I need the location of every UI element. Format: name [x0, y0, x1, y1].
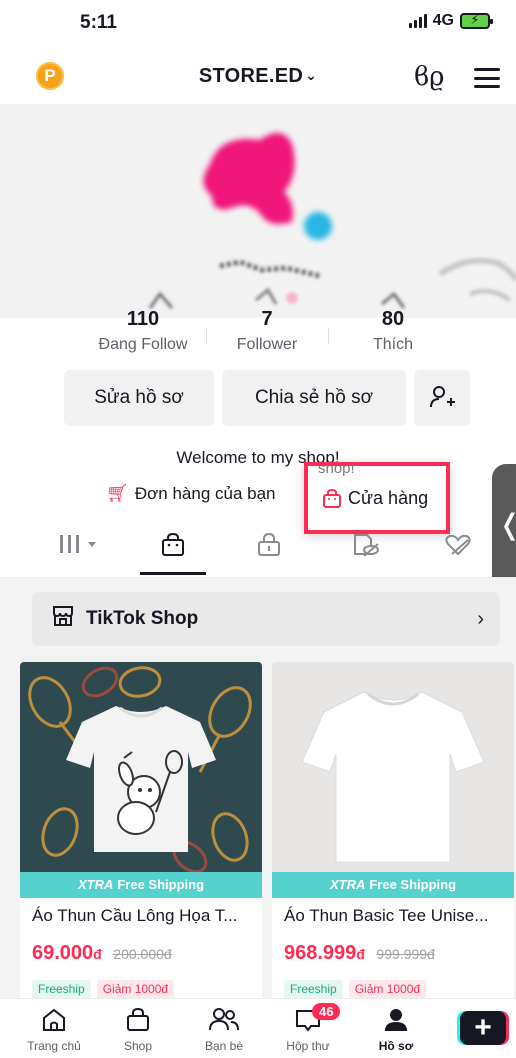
product-tags: Freeship Giảm 1000đ: [284, 980, 427, 1000]
cover-artwork: [0, 104, 516, 318]
price-currency: đ: [93, 946, 102, 962]
nav-label: Hộp thư: [286, 1039, 330, 1053]
stat-value: 80: [381, 308, 405, 330]
discount-tag: Giảm 1000đ: [348, 980, 427, 1000]
nav-shop[interactable]: Shop: [96, 1007, 180, 1053]
product-tags: Freeship Giảm 1000đ: [32, 980, 175, 1000]
active-tab-indicator: [140, 572, 206, 575]
create-icon[interactable]: +: [460, 1011, 506, 1045]
bag-icon: [96, 1007, 180, 1037]
profile-stats: 110 Đang Follow 7 Follower 80 Thích: [0, 308, 516, 362]
add-friend-button[interactable]: [414, 370, 470, 426]
orders-label: Đơn hàng của bạn: [134, 483, 276, 503]
profile-icon: [354, 1007, 438, 1037]
share-profile-button[interactable]: Chia sẻ hồ sơ: [222, 370, 406, 426]
product-image: [20, 662, 262, 874]
stat-likes[interactable]: 80 Thích: [318, 308, 468, 354]
bottom-nav: Trang chủ Shop Bạn bè 46 Hộp thư Hồ sơ +: [0, 998, 516, 1058]
profile-actions: Sửa hồ sơ Chia sẻ hồ sơ: [64, 370, 470, 426]
nav-home[interactable]: Trang chủ: [12, 1007, 96, 1053]
nav-profile[interactable]: Hồ sơ: [354, 1007, 438, 1053]
nav-label: Bạn bè: [204, 1039, 244, 1053]
ship-label: Free Shipping: [117, 877, 205, 892]
shop-link-highlight[interactable]: shop! Cửa hàng: [304, 460, 450, 534]
orders-link[interactable]: 🛒︎ Đơn hàng của bạn: [106, 483, 276, 504]
cart-icon: 🛒︎: [106, 483, 129, 503]
tiktok-shop-row[interactable]: TikTok Shop ›: [32, 592, 500, 646]
profile-header: P STORE.ED ⌄ ϐϱ: [0, 60, 516, 96]
battery-icon: ⚡: [460, 12, 493, 29]
edit-profile-button[interactable]: Sửa hồ sơ: [64, 370, 214, 426]
nav-label: Shop: [123, 1039, 153, 1053]
ship-brand: XTRA: [77, 877, 114, 892]
shop-link-label: Cửa hàng: [348, 488, 429, 508]
stat-label: Thích: [372, 336, 413, 353]
hidden-post-icon: [354, 534, 379, 557]
freeship-tag: Freeship: [284, 980, 343, 1000]
product-price: 968.999đ 999.999đ: [284, 942, 435, 965]
tiktok-shop-label: TikTok Shop: [86, 608, 199, 629]
product-card[interactable]: XTRA Free Shipping Áo Thun Cầu Lông Họa T…: [20, 662, 262, 1002]
product-price: 69.000đ 200.000đ: [32, 942, 172, 965]
nav-label: Trang chủ: [27, 1039, 81, 1053]
status-bar: 5:11 4G ⚡: [0, 0, 516, 48]
network-type: 4G: [432, 12, 454, 29]
home-icon: [12, 1007, 96, 1037]
footprints-icon[interactable]: ϐϱ: [414, 62, 444, 92]
original-price: 200.000đ: [113, 946, 172, 962]
add-friend-icon: [430, 386, 455, 408]
discount-tag: Giảm 1000đ: [96, 980, 175, 1000]
price-currency: đ: [356, 946, 365, 962]
grid-icon: [60, 535, 96, 553]
hidden-heart-icon: [445, 534, 471, 556]
profile-cover-image: [0, 104, 516, 318]
chevron-down-icon: ⌄: [305, 67, 318, 83]
tab-private[interactable]: [256, 532, 282, 564]
status-right: 4G ⚡: [408, 12, 493, 30]
ship-label: Free Shipping: [369, 877, 457, 892]
account-name: STORE.ED: [198, 65, 304, 87]
bag-icon: [323, 488, 341, 508]
menu-icon[interactable]: [474, 68, 500, 88]
signal-icon: [408, 14, 427, 28]
inbox-badge: 46: [312, 1003, 341, 1020]
shop-link[interactable]: Cửa hàng: [322, 488, 428, 509]
product-title: Áo Thun Basic Tee Unise...: [284, 906, 489, 925]
product-title: Áo Thun Cầu Lông Họa T...: [32, 906, 238, 925]
price-value: 69.000: [32, 942, 94, 964]
tab-reposts[interactable]: [352, 532, 380, 564]
friends-icon: [182, 1007, 266, 1037]
nav-friends[interactable]: Bạn bè: [182, 1007, 266, 1053]
tab-liked[interactable]: [444, 532, 472, 564]
product-image: [272, 662, 514, 872]
profile-tabs: [0, 528, 516, 578]
lock-icon: [258, 532, 280, 556]
storefront-icon: [52, 605, 74, 633]
chevron-right-icon: ›: [477, 607, 484, 630]
price-value: 968.999: [284, 942, 357, 964]
nav-inbox[interactable]: 46 Hộp thư: [266, 1003, 350, 1053]
original-price: 999.999đ: [376, 946, 435, 962]
freeship-tag: Freeship: [32, 980, 91, 1000]
free-shipping-banner: XTRA Free Shipping: [20, 872, 262, 898]
free-shipping-banner: XTRA Free Shipping: [272, 872, 514, 898]
tab-shop[interactable]: [160, 532, 186, 564]
bio-overlap-text: shop!: [318, 460, 355, 477]
product-card[interactable]: XTRA Free Shipping Áo Thun Basic Tee Unis…: [272, 662, 514, 1002]
tab-grid[interactable]: [60, 532, 102, 562]
ship-brand: XTRA: [329, 877, 366, 892]
status-time: 5:11: [80, 12, 117, 33]
bag-icon: [162, 532, 184, 556]
nav-label: Hồ sơ: [378, 1039, 414, 1053]
